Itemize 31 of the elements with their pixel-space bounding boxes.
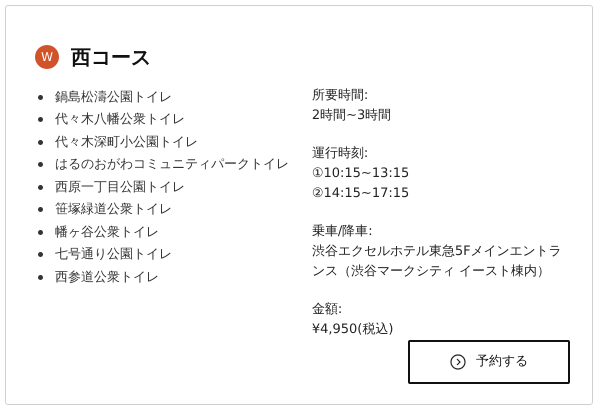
detail-value: 渋谷エクセルホテル東急5Fメインエントランス（渋谷マークシティ イースト棟内） [312, 243, 563, 281]
bullet-icon [38, 140, 43, 145]
chevron-circle-icon [450, 354, 466, 370]
course-badge: W [35, 45, 59, 69]
detail-label: 運行時刻: [312, 145, 370, 163]
detail-value: ②14:15~17:15 [312, 185, 410, 203]
bullet-icon [38, 207, 43, 212]
detail-value: 2時間~3時間 [312, 107, 392, 125]
stop-name: 西原一丁目公園トイレ [55, 178, 185, 196]
stop-name: 代々木深町小公園トイレ [55, 134, 198, 152]
stop-name: 幡ヶ谷公衆トイレ [55, 224, 159, 242]
bullet-icon [38, 162, 43, 168]
stop-name: 七号通り公園トイレ [55, 246, 172, 264]
bullet-icon [38, 94, 43, 100]
bullet-icon [38, 274, 43, 280]
bullet-icon [38, 230, 43, 235]
reserve-button[interactable]: 予約する [408, 340, 570, 384]
stop-name: 笹塚緑道公衆トイレ [55, 201, 172, 219]
bullet-icon [38, 252, 43, 258]
stop-name: 代々木八幡公衆トイレ [55, 111, 185, 129]
detail-label: 所要時間: [312, 87, 370, 105]
detail-value: ¥4,950(税込) [312, 321, 394, 339]
detail-label: 乗車/降車: [312, 223, 374, 241]
stop-name: 鍋島松濤公園トイレ [55, 88, 172, 106]
bullet-icon [38, 117, 43, 122]
detail-label: 金額: [312, 301, 344, 319]
course-title: 西コース [71, 44, 151, 71]
stop-name: 西参道公衆トイレ [55, 268, 159, 286]
bullet-icon [38, 184, 43, 190]
stop-name: はるのおがわコミュニティパークトイレ [55, 156, 289, 174]
detail-value: ①10:15~13:15 [312, 165, 410, 183]
